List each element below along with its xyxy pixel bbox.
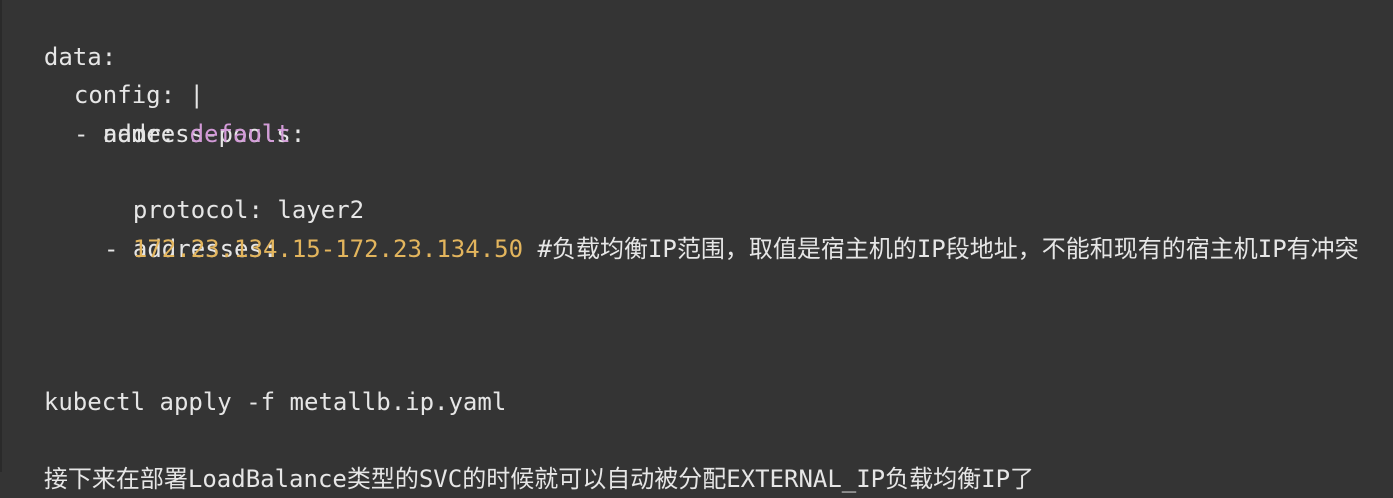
yaml-line-address-range: - 172.23.134.15-172.23.134.50 #负载均衡IP范围，… [15,230,1359,268]
yaml-line-config: config: | [15,38,204,109]
yaml-address-comment: #负载均衡IP范围，取值是宿主机的IP段地址，不能和现有的宿主机IP有冲突 [523,235,1359,263]
yaml-name-prefix: - name: [74,120,190,148]
yaml-line-data: data: [15,0,116,71]
yaml-line-name: - name: default [15,115,291,153]
command-line: kubectl apply -f metallb.ip.yaml [15,345,506,416]
left-border [0,0,2,472]
note-line: 接下来在部署LoadBalance类型的SVC的时候就可以自动被分配EXTERN… [15,422,1034,493]
yaml-address-prefix: - [104,235,133,263]
note-text: 接下来在部署LoadBalance类型的SVC的时候就可以自动被分配EXTERN… [43,465,1035,493]
yaml-name-value: default [189,120,291,148]
kubectl-command: kubectl apply -f metallb.ip.yaml [43,388,507,416]
yaml-address-value: 172.23.134.15-172.23.134.50 [132,235,524,263]
yaml-line-addresses: addresses: [15,192,278,263]
yaml-line-protocol: protocol: layer2 [15,153,364,224]
yaml-line-address-pools: address-pools: [15,77,305,148]
